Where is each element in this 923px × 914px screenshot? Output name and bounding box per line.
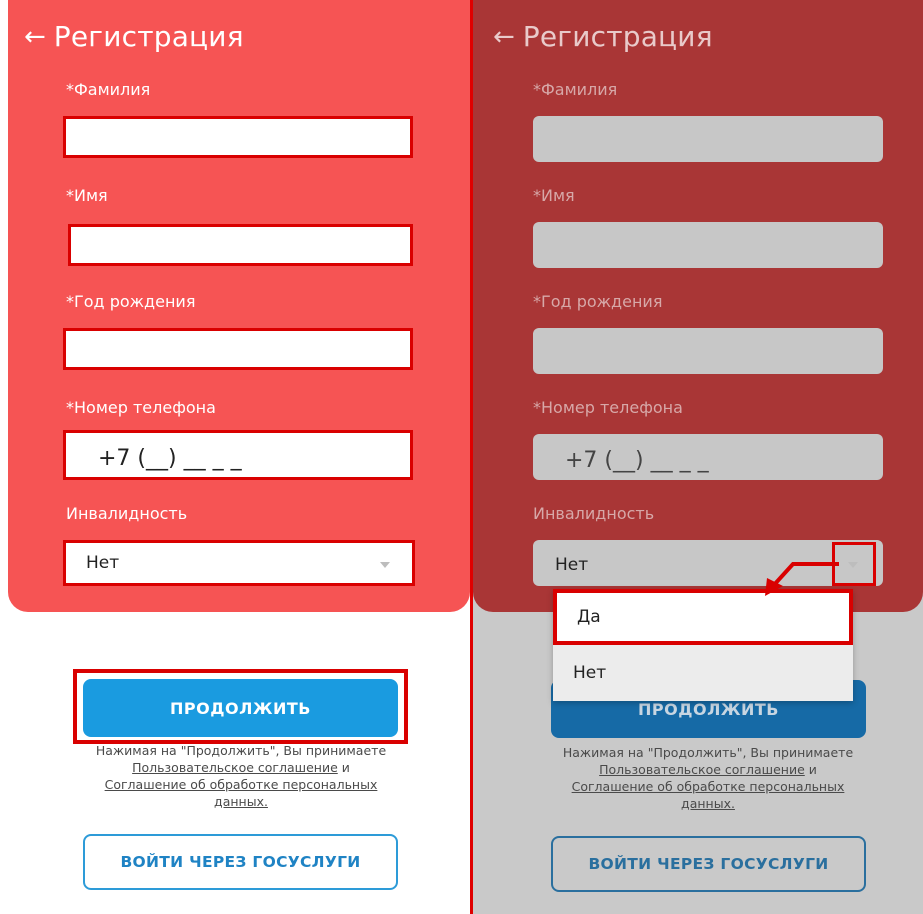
first-name-input[interactable]: [533, 222, 883, 268]
birth-year-input[interactable]: [63, 328, 413, 370]
last-name-input[interactable]: [63, 116, 413, 158]
disability-dropdown-menu: Да Нет: [553, 589, 853, 701]
gosuslugi-login-button[interactable]: ВОЙТИ ЧЕРЕЗ ГОСУСЛУГИ: [551, 836, 866, 892]
annotation-arrow-icon: [765, 562, 839, 596]
last-name-label: *Фамилия: [66, 80, 151, 99]
agreement-text: Нажимая на "Продолжить", Вы принимаете П…: [86, 742, 396, 810]
continue-button[interactable]: ПРОДОЛЖИТЬ: [83, 679, 398, 737]
phone-mask-value: +7 (__) __ _ _: [98, 446, 242, 471]
agreement-prefix: Нажимая на "Продолжить", Вы принимаете: [95, 743, 387, 758]
disability-select-value: Нет: [555, 555, 589, 575]
personal-data-agreement-link[interactable]: Соглашение об обработке персональных дан…: [572, 779, 845, 811]
disability-select-value: Нет: [86, 553, 120, 573]
dropdown-option-no[interactable]: Нет: [553, 645, 853, 701]
left-screen: ← Регистрация *Фамилия *Имя *Год рождени…: [0, 0, 470, 914]
page-title: Регистрация: [522, 20, 713, 53]
first-name-label: *Имя: [533, 186, 575, 205]
right-screen: ← Регистрация *Фамилия *Имя *Год рождени…: [473, 0, 923, 914]
phone-label: *Номер телефона: [66, 398, 216, 417]
birth-year-input[interactable]: [533, 328, 883, 374]
phone-mask-value: +7 (__) __ _ _: [565, 448, 709, 473]
agreement-and: и: [337, 760, 350, 775]
agreement-prefix: Нажимая на "Продолжить", Вы принимаете: [562, 745, 854, 760]
page-title: Регистрация: [53, 20, 244, 53]
personal-data-agreement-link[interactable]: Соглашение об обработке персональных дан…: [105, 777, 378, 809]
agreement-and: и: [804, 762, 817, 777]
back-arrow-icon[interactable]: ←: [24, 24, 46, 50]
user-agreement-link[interactable]: Пользовательское соглашение: [599, 762, 805, 777]
last-name-input[interactable]: [533, 116, 883, 162]
birth-year-label: *Год рождения: [66, 292, 196, 311]
first-name-input[interactable]: [68, 224, 413, 266]
title-bar: ← Регистрация: [24, 20, 244, 53]
disability-label: Инвалидность: [66, 504, 188, 523]
phone-label: *Номер телефона: [533, 398, 683, 417]
back-arrow-icon[interactable]: ←: [493, 24, 515, 50]
first-name-label: *Имя: [66, 186, 108, 205]
disability-label: Инвалидность: [533, 504, 655, 523]
chevron-down-icon[interactable]: [380, 562, 390, 568]
birth-year-label: *Год рождения: [533, 292, 663, 311]
user-agreement-link[interactable]: Пользовательское соглашение: [132, 760, 338, 775]
title-bar: ← Регистрация: [493, 20, 713, 53]
last-name-label: *Фамилия: [533, 80, 618, 99]
agreement-text: Нажимая на "Продолжить", Вы принимаете П…: [553, 744, 863, 812]
gosuslugi-login-button[interactable]: ВОЙТИ ЧЕРЕЗ ГОСУСЛУГИ: [83, 834, 398, 890]
